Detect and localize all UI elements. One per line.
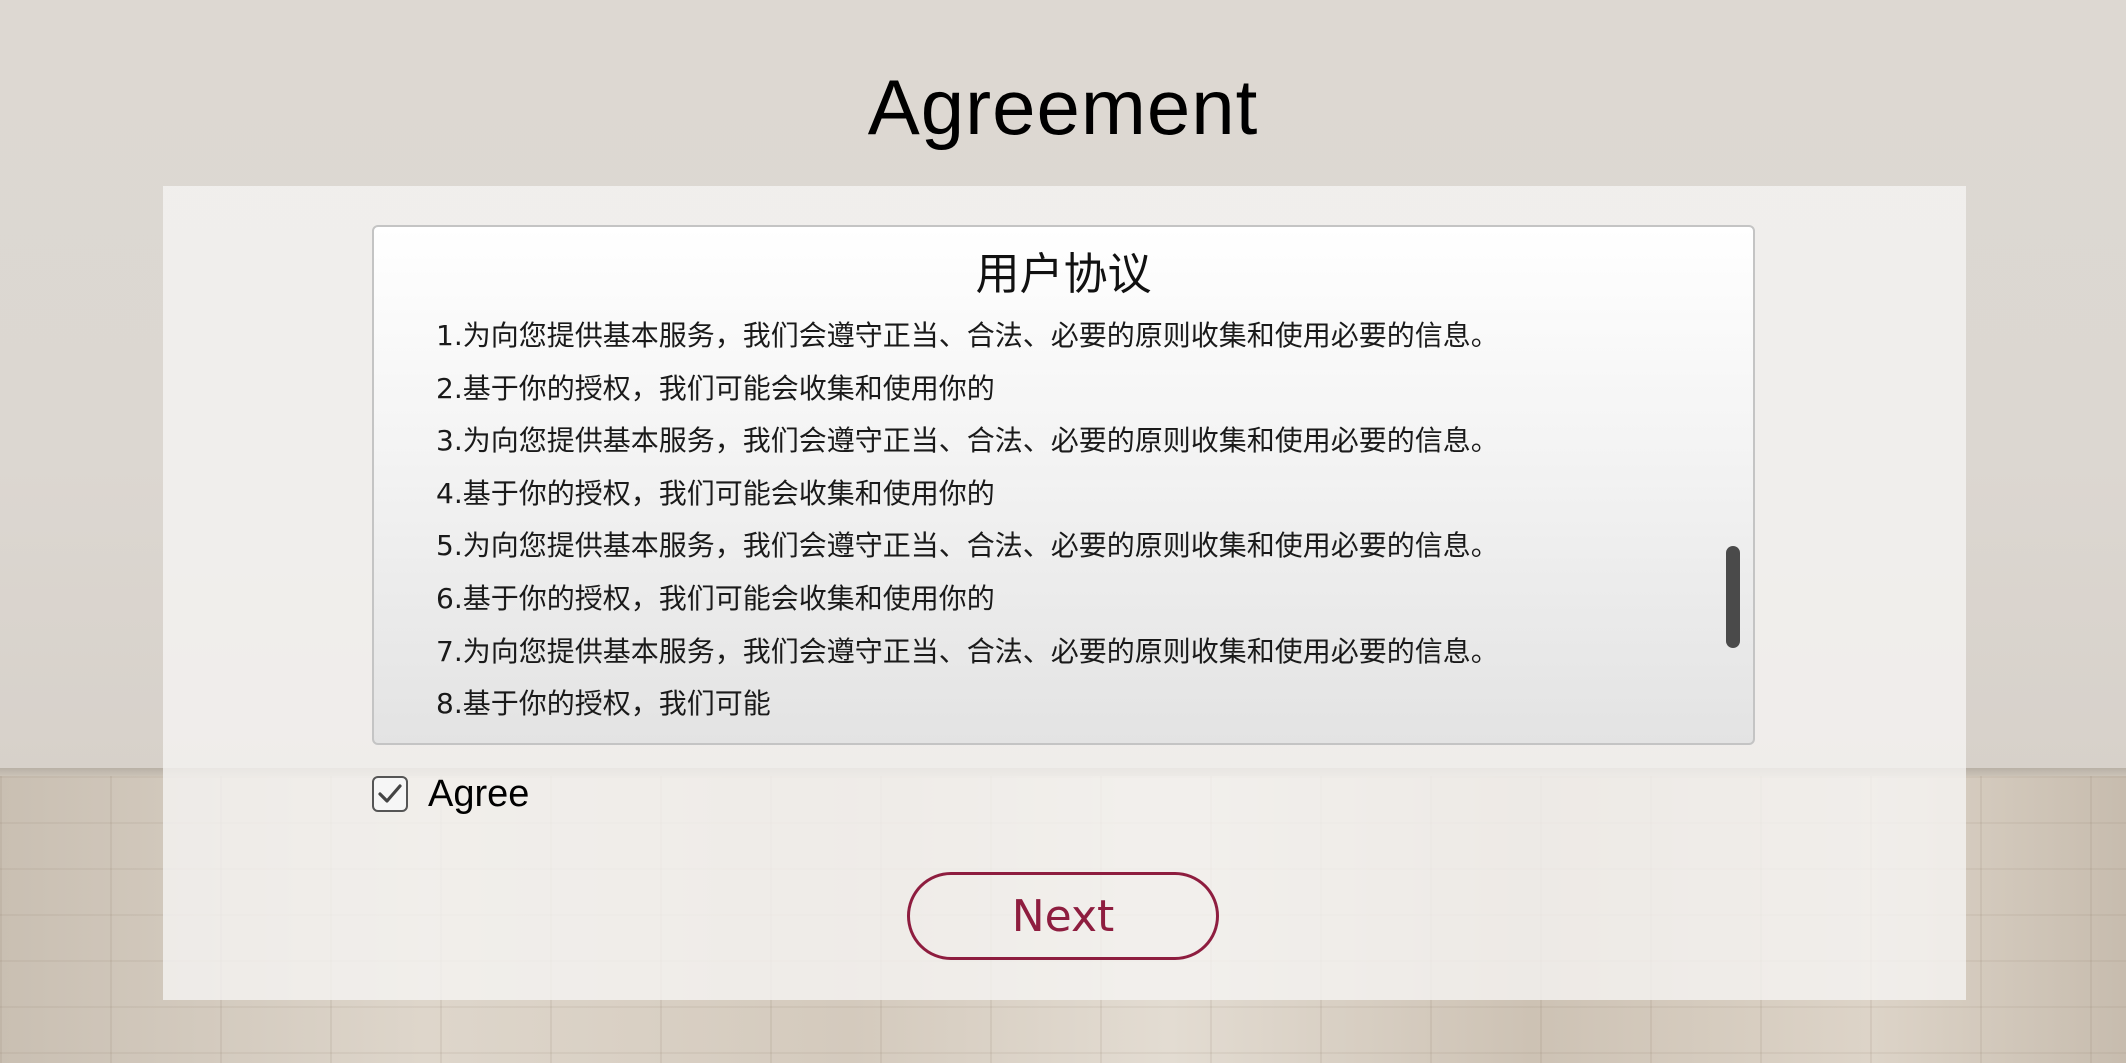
agreement-text-list: 1.为向您提供基本服务，我们会遵守正当、合法、必要的原则收集和使用必要的信息。 … xyxy=(436,310,1499,731)
agreement-scroll-box[interactable]: 用户协议 1.为向您提供基本服务，我们会遵守正当、合法、必要的原则收集和使用必要… xyxy=(372,225,1755,745)
check-icon xyxy=(378,784,402,803)
page-title: Agreement xyxy=(867,63,1259,151)
agreement-line: 7.为向您提供基本服务，我们会遵守正当、合法、必要的原则收集和使用必要的信息。 xyxy=(436,634,1499,668)
agreement-line: 3.为向您提供基本服务，我们会遵守正当、合法、必要的原则收集和使用必要的信息。 xyxy=(436,424,1499,458)
agreement-line: 1.为向您提供基本服务，我们会遵守正当、合法、必要的原则收集和使用必要的信息。 xyxy=(436,319,1499,352)
agreement-line: 2.基于你的授权，我们可能会收集和使用你的 xyxy=(436,371,995,405)
agreement-line: 5.为向您提供基本服务，我们会遵守正当、合法、必要的原则收集和使用必要的信息。 xyxy=(436,529,1499,563)
agreement-heading: 用户协议 xyxy=(975,249,1152,300)
agreement-line: 4.基于你的授权，我们可能会收集和使用你的 xyxy=(436,476,995,510)
agreement-line: 6.基于你的授权，我们可能会收集和使用你的 xyxy=(436,581,995,615)
next-button[interactable]: Next xyxy=(907,872,1219,960)
agree-checkbox[interactable] xyxy=(372,776,408,812)
agree-checkbox-row[interactable]: Agree xyxy=(372,772,529,816)
scrollbar-thumb[interactable] xyxy=(1726,546,1740,648)
app-screen: Agreement 用户协议 1.为向您提供基本服务，我们会遵守正当、合法、必要… xyxy=(0,0,2126,1063)
agreement-line: 8.基于你的授权，我们可能 xyxy=(436,687,771,721)
agree-label: Agree xyxy=(428,773,530,815)
